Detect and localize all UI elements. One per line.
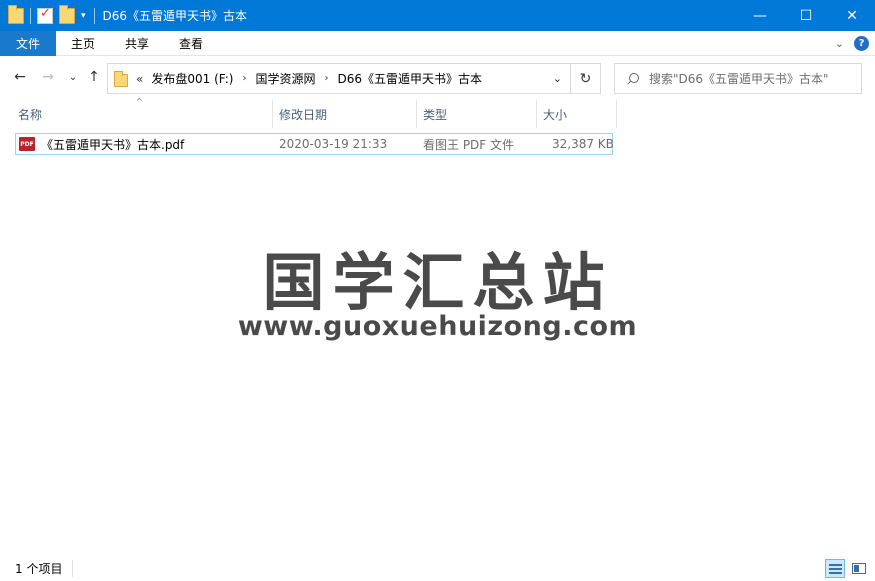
status-divider — [72, 560, 73, 577]
window-controls: — ☐ ✕ — [737, 0, 875, 31]
up-button[interactable]: ↑ — [86, 69, 102, 85]
address-dropdown-icon[interactable]: ⌄ — [553, 72, 562, 85]
column-header-modified[interactable]: 修改日期 — [273, 100, 417, 128]
file-name: 《五雷遁甲天书》古本.pdf — [41, 137, 185, 152]
navigation-bar: ← → ⌄ ↑ « 发布盘001 (F:) › 国学资源网 › D66《五雷遁甲… — [0, 56, 875, 100]
customize-toolbar-icon[interactable]: ▾ — [81, 11, 86, 21]
address-bar[interactable]: « 发布盘001 (F:) › 国学资源网 › D66《五雷遁甲天书》古本 ⌄ — [107, 63, 571, 94]
folder-icon[interactable] — [8, 4, 24, 24]
new-folder-icon[interactable] — [59, 4, 75, 24]
minimize-button[interactable]: — — [737, 0, 783, 31]
refresh-button[interactable]: ↻ — [571, 63, 601, 94]
ribbon-tabs: 文件 主页 共享 查看 ⌄ ? — [0, 30, 875, 56]
breadcrumb: « 发布盘001 (F:) › 国学资源网 › D66《五雷遁甲天书》古本 — [136, 70, 482, 87]
back-button[interactable]: ← — [12, 69, 28, 85]
help-icon[interactable]: ? — [854, 36, 869, 51]
file-size: 32,387 KB — [552, 137, 614, 151]
column-header-name[interactable]: 名称 — [12, 100, 273, 128]
large-icons-view-button[interactable] — [849, 559, 869, 578]
search-placeholder: 搜索"D66《五雷遁甲天书》古本" — [649, 72, 829, 86]
properties-icon[interactable] — [37, 6, 53, 24]
search-input[interactable]: 搜索"D66《五雷遁甲天书》古本" — [614, 63, 862, 94]
pdf-file-icon: PDF — [19, 137, 35, 151]
details-view-icon — [828, 563, 842, 574]
search-icon — [627, 72, 639, 85]
large-icons-view-icon — [852, 563, 866, 574]
tab-view[interactable]: 查看 — [164, 31, 218, 56]
breadcrumb-overflow-icon[interactable]: « — [136, 72, 143, 86]
tab-file[interactable]: 文件 — [0, 30, 57, 56]
toolbar-divider — [93, 7, 95, 24]
quick-access-toolbar: ▾ — [0, 0, 101, 31]
column-header-size[interactable]: 大小 — [537, 100, 617, 128]
toolbar-divider — [30, 7, 31, 24]
title-bar: ▾ D66《五雷遁甲天书》古本 — ☐ ✕ — [0, 0, 875, 31]
watermark-url: www.guoxuehuizong.com — [237, 311, 638, 342]
window-title: D66《五雷遁甲天书》古本 — [102, 9, 248, 23]
folder-icon — [114, 70, 128, 87]
breadcrumb-item-current[interactable]: D66《五雷遁甲天书》古本 — [337, 70, 482, 87]
forward-button[interactable]: → — [40, 69, 56, 85]
view-toggle — [825, 559, 869, 578]
column-headers: ^ 名称 修改日期 类型 大小 — [0, 97, 875, 128]
column-header-type[interactable]: 类型 — [417, 100, 537, 128]
file-modified: 2020-03-19 21:33 — [279, 137, 388, 151]
tab-home[interactable]: 主页 — [56, 31, 110, 56]
recent-locations-button[interactable]: ⌄ — [65, 69, 81, 85]
maximize-button[interactable]: ☐ — [783, 0, 829, 31]
status-bar: 1 个项目 — [0, 556, 875, 581]
file-row[interactable]: PDF 《五雷遁甲天书》古本.pdf 2020-03-19 21:33 看图王 … — [15, 133, 614, 155]
breadcrumb-separator-icon[interactable]: › — [242, 73, 246, 84]
ribbon-right-controls: ⌄ ? — [835, 31, 869, 56]
watermark-title: 国学汇总站 — [262, 246, 613, 319]
breadcrumb-separator-icon[interactable]: › — [324, 73, 328, 84]
tab-share[interactable]: 共享 — [110, 31, 164, 56]
file-type: 看图王 PDF 文件 — [423, 137, 515, 152]
file-name-cell: PDF 《五雷遁甲天书》古本.pdf — [19, 134, 184, 154]
details-view-button[interactable] — [825, 559, 845, 578]
item-count: 1 个项目 — [15, 562, 63, 576]
breadcrumb-item-drive[interactable]: 发布盘001 (F:) — [151, 70, 233, 87]
expand-ribbon-icon[interactable]: ⌄ — [835, 37, 844, 50]
close-button[interactable]: ✕ — [829, 0, 875, 31]
breadcrumb-item-folder[interactable]: 国学资源网 — [255, 70, 315, 87]
